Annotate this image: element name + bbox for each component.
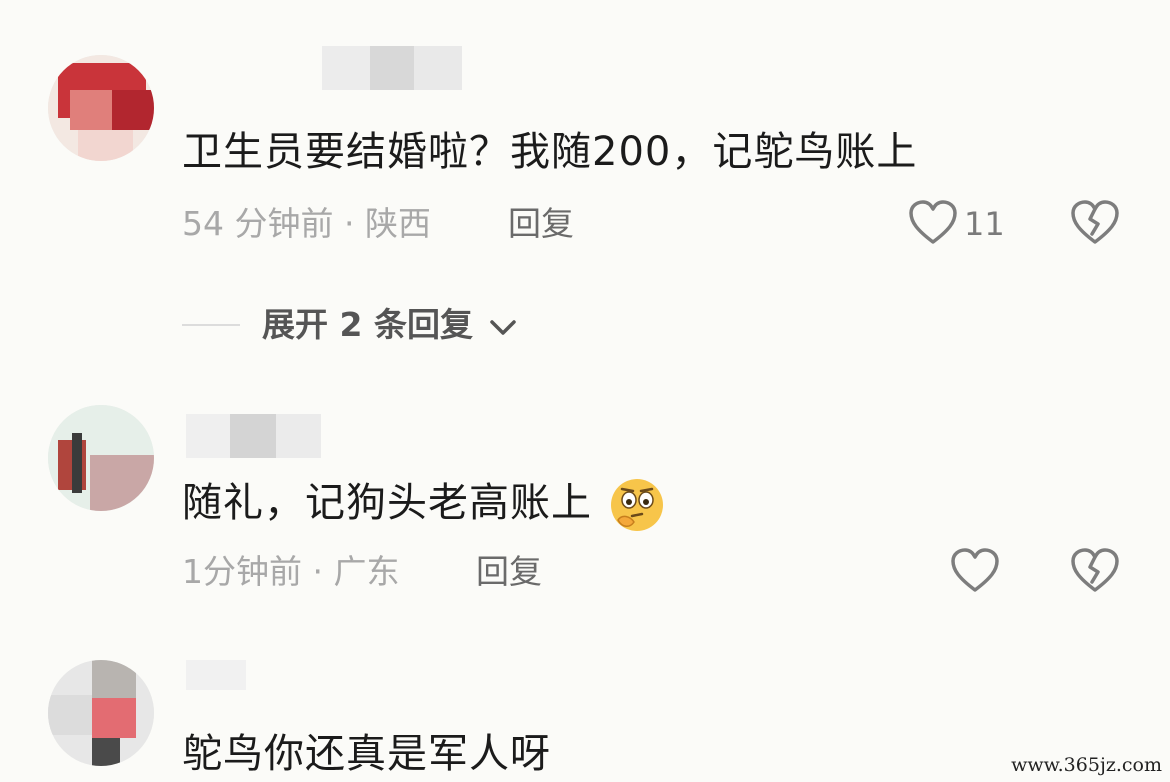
reply-button[interactable]: 回复 [476, 552, 542, 592]
thinking-face-emoji [610, 479, 663, 531]
username-blurred[interactable] [186, 414, 321, 458]
comment-text: 随礼，记狗头老高账上 [182, 476, 666, 534]
heart-outline-icon [951, 548, 999, 592]
expand-replies-label: 展开 2 条回复 [262, 305, 473, 344]
avatar[interactable] [48, 660, 154, 766]
expand-replies-button[interactable]: 展开 2 条回复 [262, 305, 518, 345]
chevron-down-icon [490, 319, 517, 335]
heart-outline-icon [909, 200, 957, 244]
broken-heart-icon [1071, 548, 1119, 592]
comment-text-content: 随礼，记狗头老高账上 [182, 480, 592, 526]
comment-text: 鸵鸟你还真是军人呀 [182, 731, 551, 777]
dislike-button[interactable] [1070, 200, 1120, 250]
expand-divider [182, 324, 240, 326]
username-blurred[interactable] [322, 46, 462, 90]
like-button[interactable] [950, 548, 1000, 598]
dislike-button[interactable] [1070, 548, 1120, 598]
broken-heart-icon [1071, 200, 1119, 244]
comment-text: 卫生员要结婚啦？我随200，记鸵鸟账上 [182, 129, 918, 175]
like-count: 11 [964, 205, 1005, 243]
watermark: www.365jz.com [1011, 754, 1162, 776]
avatar[interactable] [48, 55, 154, 161]
avatar[interactable] [48, 405, 154, 511]
like-button[interactable] [908, 200, 958, 250]
comment-meta: 54 分钟前 · 陕西 [182, 204, 431, 243]
comment-meta: 1分钟前 · 广东 [182, 552, 400, 591]
username-blurred[interactable] [186, 660, 246, 690]
reply-button[interactable]: 回复 [508, 204, 574, 244]
